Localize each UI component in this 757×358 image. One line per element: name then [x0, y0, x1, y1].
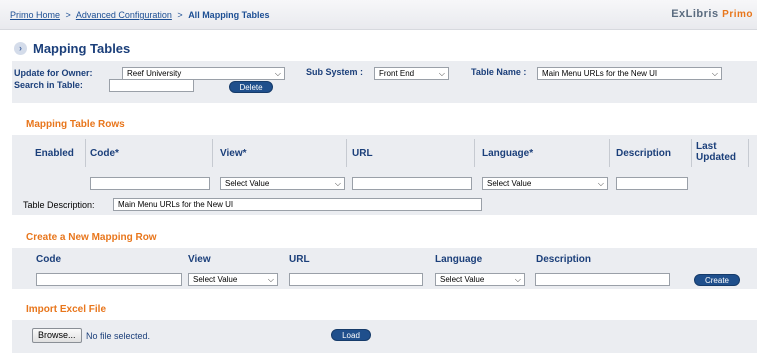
language-filter-select[interactable]: Select Value ⌵ [482, 177, 608, 190]
column-last-updated-line2: Updated [696, 152, 736, 163]
column-view: View* [220, 148, 247, 159]
new-language-select[interactable]: Select Value ⌵ [435, 273, 525, 286]
exlibris-logo-text: ExLibris [671, 8, 719, 20]
table-name-select-value: Main Menu URLs for the New UI [542, 69, 658, 78]
load-button[interactable]: Load [331, 329, 371, 341]
code-filter-input[interactable] [90, 177, 210, 190]
filter-panel: Update for Owner: Reef University ⌵ Sub … [12, 61, 757, 103]
column-divider [346, 139, 347, 167]
subsystem-label: Sub System : [306, 67, 364, 77]
new-description-input[interactable] [535, 273, 670, 286]
new-row-panel: Code View URL Language Description Selec… [12, 248, 757, 289]
new-code-label: Code [36, 254, 61, 265]
breadcrumb-separator: > [65, 10, 71, 20]
new-language-label: Language [435, 254, 483, 265]
page-title: Mapping Tables [33, 40, 131, 56]
search-input[interactable] [109, 79, 194, 92]
column-url: URL [352, 148, 373, 159]
subsystem-select-value: Front End [379, 69, 415, 78]
column-language: Language* [482, 148, 534, 159]
column-divider [691, 139, 692, 167]
browse-button[interactable]: Browse... [32, 328, 82, 343]
view-filter-select[interactable]: Select Value ⌵ [220, 177, 345, 190]
new-row-section-title: Create a New Mapping Row [26, 232, 157, 243]
table-description-input[interactable]: Main Menu URLs for the New UI [113, 198, 482, 211]
breadcrumb-separator: > [177, 10, 183, 20]
column-divider [474, 139, 475, 167]
table-description-label: Table Description: [23, 200, 95, 210]
new-language-value: Select Value [440, 275, 485, 284]
breadcrumb: Primo Home > Advanced Configuration > Al… [10, 10, 270, 20]
breadcrumb-advanced-link[interactable]: Advanced Configuration [76, 10, 172, 20]
top-bar: Primo Home > Advanced Configuration > Al… [0, 0, 757, 30]
chevron-right-icon[interactable]: › [14, 41, 27, 55]
view-filter-value: Select Value [225, 179, 270, 188]
chevron-down-icon: ⌵ [267, 275, 274, 284]
column-divider [609, 139, 610, 167]
owner-select-value: Reef University [127, 69, 182, 78]
column-description: Description [616, 148, 672, 159]
owner-label: Update for Owner: [14, 68, 93, 78]
chevron-down-icon: ⌵ [438, 69, 445, 78]
new-url-label: URL [289, 254, 310, 265]
language-filter-value: Select Value [487, 179, 532, 188]
new-description-label: Description [536, 254, 592, 265]
import-section-title: Import Excel File [26, 304, 107, 315]
column-divider [212, 139, 213, 167]
subsystem-select[interactable]: Front End ⌵ [374, 67, 449, 80]
chevron-down-icon: ⌵ [711, 69, 718, 78]
breadcrumb-current: All Mapping Tables [188, 10, 270, 20]
column-last-updated-line1: Last [696, 141, 717, 152]
chevron-down-icon: ⌵ [514, 275, 521, 284]
table-name-select[interactable]: Main Menu URLs for the New UI ⌵ [537, 67, 722, 80]
create-button[interactable]: Create [694, 274, 740, 286]
no-file-text: No file selected. [86, 331, 151, 341]
column-divider [85, 139, 86, 167]
search-label: Search in Table: [14, 80, 83, 90]
primo-logo-text: Primo [722, 9, 753, 20]
chevron-down-icon: ⌵ [597, 179, 604, 188]
exlibris-primo-logo: ExLibris Primo [671, 8, 753, 20]
chevron-down-icon: ⌵ [334, 179, 341, 188]
new-code-input[interactable] [36, 273, 182, 286]
import-panel: Browse... No file selected. Load [12, 320, 757, 353]
new-view-value: Select Value [193, 275, 238, 284]
rows-section-title: Mapping Table Rows [26, 119, 125, 130]
new-view-label: View [188, 254, 211, 265]
column-code: Code* [90, 148, 119, 159]
table-description-value: Main Menu URLs for the New UI [118, 200, 234, 209]
new-view-select[interactable]: Select Value ⌵ [188, 273, 278, 286]
column-enabled: Enabled [35, 148, 74, 159]
description-filter-input[interactable] [616, 177, 688, 190]
new-url-input[interactable] [289, 273, 423, 286]
column-divider [748, 139, 749, 167]
rows-panel: Enabled Code* View* URL Language* Descri… [12, 135, 757, 215]
chevron-down-icon: ⌵ [274, 69, 281, 78]
page-title-row: › Mapping Tables [14, 40, 130, 56]
table-name-label: Table Name : [471, 67, 527, 77]
breadcrumb-home-link[interactable]: Primo Home [10, 10, 60, 20]
delete-button[interactable]: Delete [229, 81, 273, 93]
url-filter-input[interactable] [352, 177, 472, 190]
